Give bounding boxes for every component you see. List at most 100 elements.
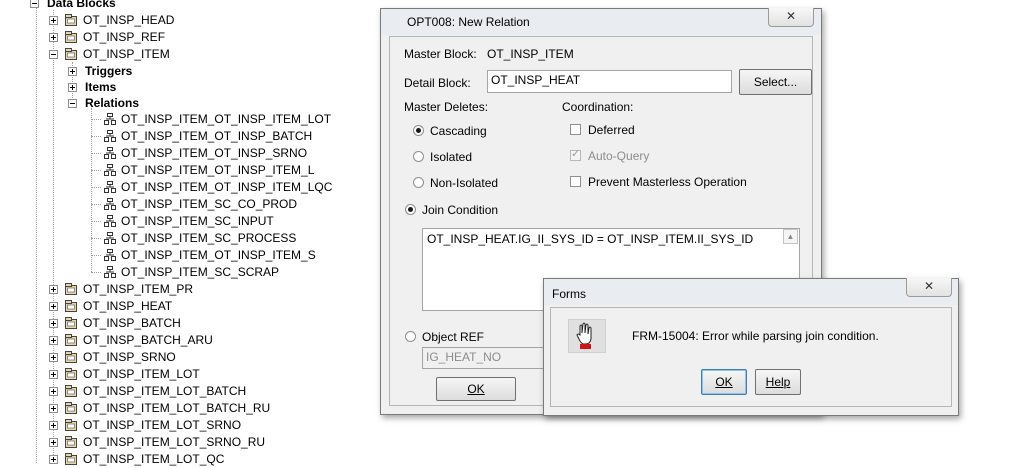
tree-node-label: OT_INSP_ITEM_SC_CO_PROD — [121, 197, 298, 211]
expand-icon[interactable] — [49, 33, 58, 42]
tree-node-relation[interactable]: OT_INSP_ITEM_SC_INPUT — [0, 213, 375, 230]
tree-node-data-block[interactable]: OT_INSP_ITEM_LOT — [0, 366, 375, 383]
forms-error-dialog: Forms ✕ FRM-15004: Error while parsing j… — [543, 278, 959, 416]
join-condition-text: OT_INSP_HEAT.IG_II_SYS_ID = OT_INSP_ITEM… — [427, 232, 754, 246]
isolated-radio[interactable] — [413, 151, 424, 162]
tree-node-label: OT_INSP_REF — [83, 30, 166, 44]
tree-node-relation[interactable]: OT_INSP_ITEM_SC_SCRAP — [0, 264, 375, 281]
tree-guide-line — [91, 221, 101, 222]
tree-node-relation[interactable]: OT_INSP_ITEM_OT_INSP_ITEM_LOT — [0, 111, 375, 128]
tree-guide-line — [91, 187, 101, 188]
tree-node-data-block[interactable]: OT_INSP_HEAD — [0, 12, 375, 29]
tree-node-relation[interactable]: OT_INSP_ITEM_OT_INSP_ITEM_S — [0, 247, 375, 264]
tree-node-data-block[interactable]: OT_INSP_SRNO — [0, 349, 375, 366]
tree-node-data-block[interactable]: OT_INSP_ITEM_LOT_SRNO — [0, 417, 375, 434]
tree-node-label: OT_INSP_ITEM_LOT — [83, 367, 200, 381]
master-deletes-label: Master Deletes: — [404, 100, 489, 114]
scroll-up-icon[interactable]: ▲ — [783, 229, 798, 244]
object-ref-field[interactable]: IG_HEAT_NO — [422, 347, 552, 369]
ok-button[interactable]: OK — [436, 377, 516, 401]
tree-node-triggers[interactable]: Triggers — [0, 63, 375, 80]
deferred-label: Deferred — [588, 123, 635, 137]
tree-node-data-block[interactable]: OT_INSP_BATCH_ARU — [0, 332, 375, 349]
expand-icon[interactable] — [49, 16, 58, 25]
tree-node-label: OT_INSP_ITEM_LOT_BATCH — [83, 384, 247, 398]
tree-node-label: OT_INSP_ITEM_OT_INSP_SRNO — [121, 146, 308, 160]
tree-node-relation[interactable]: OT_INSP_ITEM_OT_INSP_BATCH — [0, 128, 375, 145]
relation-icon — [104, 249, 116, 261]
tree-node-relation[interactable]: OT_INSP_ITEM_SC_CO_PROD — [0, 196, 375, 213]
data-block-icon — [65, 419, 77, 431]
title-bar: Forms ✕ — [544, 278, 958, 305]
collapse-icon[interactable] — [68, 99, 77, 108]
close-icon[interactable]: ✕ — [768, 8, 814, 27]
tree-node-relations[interactable]: Relations — [0, 95, 375, 112]
tree-node-data-block[interactable]: OT_INSP_BATCH — [0, 315, 375, 332]
expand-icon[interactable] — [49, 387, 58, 396]
select-button[interactable]: Select... — [739, 69, 812, 95]
expand-icon[interactable] — [49, 438, 58, 447]
deferred-checkbox[interactable] — [570, 124, 581, 135]
data-block-icon — [65, 402, 77, 414]
tree-node-data-blocks[interactable]: Data Blocks — [0, 0, 375, 12]
cascading-radio[interactable] — [413, 125, 424, 136]
join-condition-radio[interactable] — [405, 204, 416, 215]
tree-node-data-block[interactable]: OT_INSP_ITEM_PR — [0, 281, 375, 298]
tree-node-data-block[interactable]: OT_INSP_ITEM_LOT_QC — [0, 451, 375, 468]
tree-node-relation[interactable]: OT_INSP_ITEM_OT_INSP_ITEM_LQC — [0, 179, 375, 196]
tree-node-data-block[interactable]: OT_INSP_HEAT — [0, 298, 375, 315]
tree-node-data-block[interactable]: OT_INSP_ITEM_LOT_SRNO_RU — [0, 434, 375, 451]
collapse-icon[interactable] — [49, 50, 58, 59]
relation-icon — [104, 164, 116, 176]
tree-node-relation[interactable]: OT_INSP_ITEM_SC_PROCESS — [0, 230, 375, 247]
isolated-label: Isolated — [430, 150, 473, 164]
detail-block-field[interactable]: OT_INSP_HEAT — [487, 70, 732, 93]
expand-icon[interactable] — [49, 421, 58, 430]
expand-icon[interactable] — [49, 319, 58, 328]
expand-icon[interactable] — [68, 83, 77, 92]
expand-icon[interactable] — [49, 302, 58, 311]
tree-node-data-block[interactable]: OT_INSP_ITEM_LOT_BATCH_RU — [0, 400, 375, 417]
data-block-icon — [65, 14, 77, 26]
tree-guide-line — [91, 255, 101, 256]
tree-node-label: OT_INSP_ITEM_PR — [83, 282, 194, 296]
tree-node-items[interactable]: Items — [0, 79, 375, 96]
relation-icon — [104, 147, 116, 159]
expand-icon[interactable] — [49, 404, 58, 413]
expand-icon[interactable] — [49, 336, 58, 345]
join-condition-label: Join Condition — [422, 203, 499, 217]
tree-node-label: OT_INSP_ITEM_LOT_BATCH_RU — [83, 401, 271, 415]
close-icon[interactable]: ✕ — [906, 278, 952, 297]
ok-button[interactable]: OK — [701, 369, 747, 395]
help-button-label: Help — [765, 375, 791, 389]
title-bar: OPT008: New Relation ✕ — [381, 8, 821, 35]
relation-icon — [104, 232, 116, 244]
tree-node-data-block[interactable]: OT_INSP_ITEM — [0, 46, 375, 63]
object-ref-label: Object REF — [422, 330, 485, 344]
object-ref-radio[interactable] — [405, 331, 416, 342]
tree-node-data-block[interactable]: OT_INSP_ITEM_LOT_BATCH — [0, 383, 375, 400]
tree-node-label: Triggers — [85, 64, 133, 78]
ok-button-label: OK — [467, 382, 485, 396]
expand-icon[interactable] — [68, 67, 77, 76]
collapse-icon[interactable] — [30, 0, 39, 8]
tree-node-label: OT_INSP_HEAT — [83, 299, 173, 313]
coordination-label: Coordination: — [562, 100, 634, 114]
data-block-icon — [65, 385, 77, 397]
tree-node-label: OT_INSP_BATCH_ARU — [83, 333, 213, 347]
object-navigator-tree: Data Blocks OT_INSP_HEAD OT_INSP_REF OT_IN… — [0, 0, 375, 466]
tree-guide-line — [91, 238, 101, 239]
prevent-masterless-checkbox[interactable] — [570, 176, 581, 187]
expand-icon[interactable] — [49, 353, 58, 362]
dialog-body — [550, 307, 952, 407]
tree-node-data-block[interactable]: OT_INSP_REF — [0, 29, 375, 46]
expand-icon[interactable] — [49, 370, 58, 379]
non-isolated-radio[interactable] — [413, 177, 424, 188]
help-button[interactable]: Help — [755, 369, 801, 395]
expand-icon[interactable] — [49, 285, 58, 294]
tree-node-label: OT_INSP_SRNO — [83, 350, 176, 364]
tree-node-label: Relations — [85, 96, 140, 110]
tree-node-relation[interactable]: OT_INSP_ITEM_OT_INSP_ITEM_L — [0, 162, 375, 179]
auto-query-checkbox[interactable] — [570, 147, 581, 161]
tree-node-relation[interactable]: OT_INSP_ITEM_OT_INSP_SRNO — [0, 145, 375, 162]
